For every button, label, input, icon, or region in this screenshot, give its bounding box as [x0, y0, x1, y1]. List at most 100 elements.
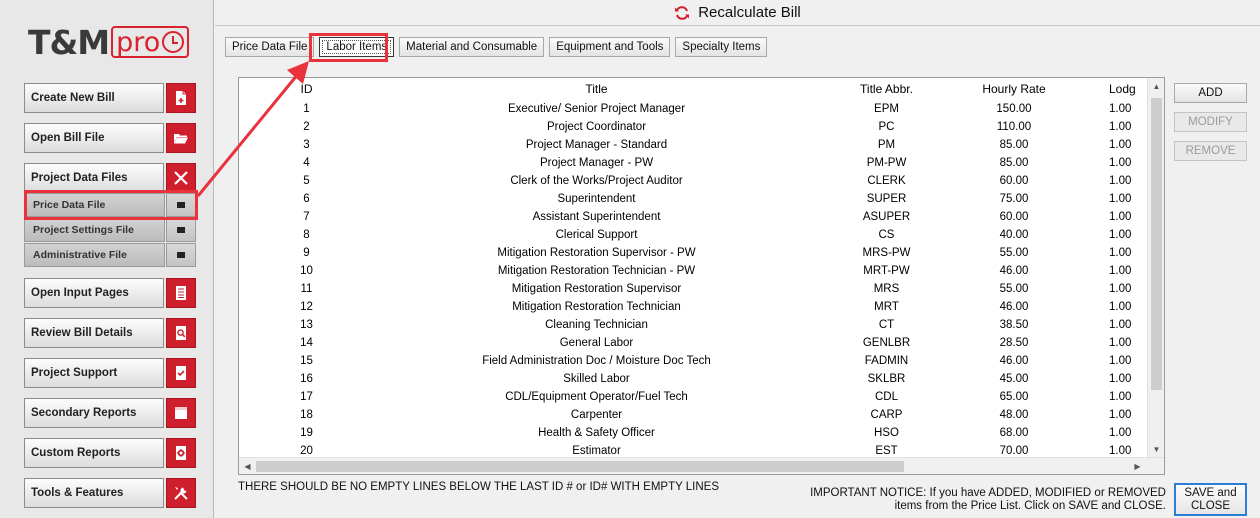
- cell-id[interactable]: 13: [284, 319, 329, 331]
- report-icon[interactable]: [166, 398, 196, 428]
- table-row[interactable]: 14 General Labor GENLBR 28.50 1.00: [239, 334, 1149, 352]
- scroll-up-icon[interactable]: ▲: [1148, 78, 1164, 95]
- table-row[interactable]: 17 CDL/Equipment Operator/Fuel Tech CDL 65.…: [239, 388, 1149, 406]
- cell-title[interactable]: Mitigation Restoration Technician - PW: [459, 265, 734, 277]
- table-row[interactable]: 19 Health & Safety Officer HSO 68.00 1.00: [239, 424, 1149, 442]
- add-button[interactable]: ADD: [1174, 83, 1247, 103]
- save-and-close-button[interactable]: SAVE and CLOSE: [1174, 483, 1247, 516]
- cell-title-abbr[interactable]: CS: [834, 229, 939, 241]
- table-row[interactable]: 8 Clerical Support CS 40.00 1.00: [239, 226, 1149, 244]
- cell-hourly-rate[interactable]: 55.00: [964, 283, 1064, 295]
- project-data-files-button[interactable]: Project Data Files: [24, 163, 196, 193]
- input-pages-icon[interactable]: [166, 278, 196, 308]
- cell-title-abbr[interactable]: MRT: [834, 301, 939, 313]
- horizontal-scrollbar[interactable]: ◀ ▶: [239, 457, 1164, 474]
- close-x-icon[interactable]: [166, 163, 196, 193]
- cell-hourly-rate[interactable]: 150.00: [964, 103, 1064, 115]
- cell-lodging[interactable]: 1.00: [1109, 211, 1149, 223]
- cell-lodging[interactable]: 1.00: [1109, 139, 1149, 151]
- cell-title[interactable]: Estimator: [459, 445, 734, 457]
- cell-id[interactable]: 3: [284, 139, 329, 151]
- cell-id[interactable]: 4: [284, 157, 329, 169]
- table-row[interactable]: 13 Cleaning Technician CT 38.50 1.00: [239, 316, 1149, 334]
- cell-id[interactable]: 8: [284, 229, 329, 241]
- table-row[interactable]: 15 Field Administration Doc / Moisture Do…: [239, 352, 1149, 370]
- create-new-bill-button[interactable]: Create New Bill: [24, 83, 196, 113]
- column-header-id[interactable]: ID: [284, 82, 329, 96]
- cell-hourly-rate[interactable]: 38.50: [964, 319, 1064, 331]
- cell-lodging[interactable]: 1.00: [1109, 229, 1149, 241]
- cell-lodging[interactable]: 1.00: [1109, 283, 1149, 295]
- sidebar-sub-administrative-file[interactable]: Administrative File: [24, 243, 196, 267]
- cell-hourly-rate[interactable]: 70.00: [964, 445, 1064, 457]
- new-file-icon[interactable]: [166, 83, 196, 113]
- cell-hourly-rate[interactable]: 60.00: [964, 175, 1064, 187]
- cell-lodging[interactable]: 1.00: [1109, 157, 1149, 169]
- open-input-pages-button[interactable]: Open Input Pages: [24, 278, 196, 308]
- cell-hourly-rate[interactable]: 48.00: [964, 409, 1064, 421]
- modify-button[interactable]: MODIFY: [1174, 112, 1247, 132]
- cell-title-abbr[interactable]: CT: [834, 319, 939, 331]
- tab-material-and-consumable[interactable]: Material and Consumable: [399, 37, 545, 57]
- cell-hourly-rate[interactable]: 85.00: [964, 157, 1064, 169]
- cell-title[interactable]: Health & Safety Officer: [459, 427, 734, 439]
- scroll-left-icon[interactable]: ◀: [239, 458, 256, 474]
- cell-hourly-rate[interactable]: 55.00: [964, 247, 1064, 259]
- cell-id[interactable]: 19: [284, 427, 329, 439]
- cell-hourly-rate[interactable]: 65.00: [964, 391, 1064, 403]
- cell-lodging[interactable]: 1.00: [1109, 355, 1149, 367]
- cell-id[interactable]: 18: [284, 409, 329, 421]
- cell-title[interactable]: Project Coordinator: [459, 121, 734, 133]
- cell-hourly-rate[interactable]: 45.00: [964, 373, 1064, 385]
- table-row[interactable]: 5 Clerk of the Works/Project Auditor CLERK…: [239, 172, 1149, 190]
- table-row[interactable]: 2 Project Coordinator PC 110.00 1.00: [239, 118, 1149, 136]
- vertical-scroll-thumb[interactable]: [1151, 98, 1162, 390]
- cell-title-abbr[interactable]: EST: [834, 445, 939, 457]
- table-row[interactable]: 11 Mitigation Restoration Supervisor MRS 55…: [239, 280, 1149, 298]
- cell-title[interactable]: Executive/ Senior Project Manager: [459, 103, 734, 115]
- scroll-down-icon[interactable]: ▼: [1148, 441, 1164, 458]
- cell-hourly-rate[interactable]: 85.00: [964, 139, 1064, 151]
- cell-title-abbr[interactable]: EPM: [834, 103, 939, 115]
- cell-title[interactable]: Project Manager - PW: [459, 157, 734, 169]
- cell-lodging[interactable]: 1.00: [1109, 121, 1149, 133]
- cell-title-abbr[interactable]: FADMIN: [834, 355, 939, 367]
- cell-id[interactable]: 1: [284, 103, 329, 115]
- scroll-right-icon[interactable]: ▶: [1129, 458, 1146, 474]
- labor-items-grid[interactable]: ID Title Title Abbr. Hourly Rate Lodg 1 E…: [238, 77, 1165, 475]
- table-row[interactable]: 18 Carpenter CARP 48.00 1.00: [239, 406, 1149, 424]
- cell-id[interactable]: 6: [284, 193, 329, 205]
- table-row[interactable]: 3 Project Manager - Standard PM 85.00 1.00: [239, 136, 1149, 154]
- cell-title[interactable]: Mitigation Restoration Technician: [459, 301, 734, 313]
- cell-title[interactable]: Clerk of the Works/Project Auditor: [459, 175, 734, 187]
- table-row[interactable]: 1 Executive/ Senior Project Manager EPM 150…: [239, 100, 1149, 118]
- cell-title[interactable]: Mitigation Restoration Supervisor: [459, 283, 734, 295]
- cell-title-abbr[interactable]: MRS-PW: [834, 247, 939, 259]
- cell-lodging[interactable]: 1.00: [1109, 409, 1149, 421]
- table-row[interactable]: 4 Project Manager - PW PM-PW 85.00 1.00: [239, 154, 1149, 172]
- cell-title[interactable]: Mitigation Restoration Supervisor - PW: [459, 247, 734, 259]
- cell-id[interactable]: 2: [284, 121, 329, 133]
- table-row[interactable]: 7 Assistant Superintendent ASUPER 60.00 1.00: [239, 208, 1149, 226]
- cell-hourly-rate[interactable]: 46.00: [964, 265, 1064, 277]
- cell-id[interactable]: 11: [284, 283, 329, 295]
- cell-title[interactable]: Project Manager - Standard: [459, 139, 734, 151]
- cell-hourly-rate[interactable]: 68.00: [964, 427, 1064, 439]
- review-bill-details-button[interactable]: Review Bill Details: [24, 318, 196, 348]
- cell-hourly-rate[interactable]: 110.00: [964, 121, 1064, 133]
- cell-lodging[interactable]: 1.00: [1109, 391, 1149, 403]
- column-header-lodging[interactable]: Lodg: [1109, 82, 1149, 96]
- cell-title-abbr[interactable]: MRS: [834, 283, 939, 295]
- cell-lodging[interactable]: 1.00: [1109, 265, 1149, 277]
- cell-title[interactable]: Carpenter: [459, 409, 734, 421]
- table-row[interactable]: 10 Mitigation Restoration Technician - PW…: [239, 262, 1149, 280]
- tab-price-data-file[interactable]: Price Data File: [225, 37, 315, 57]
- column-header-title[interactable]: Title: [459, 82, 734, 96]
- cell-title[interactable]: CDL/Equipment Operator/Fuel Tech: [459, 391, 734, 403]
- magnify-document-icon[interactable]: [166, 318, 196, 348]
- cell-id[interactable]: 5: [284, 175, 329, 187]
- cell-id[interactable]: 15: [284, 355, 329, 367]
- checklist-icon[interactable]: [166, 358, 196, 388]
- cell-title-abbr[interactable]: CLERK: [834, 175, 939, 187]
- cell-title[interactable]: Clerical Support: [459, 229, 734, 241]
